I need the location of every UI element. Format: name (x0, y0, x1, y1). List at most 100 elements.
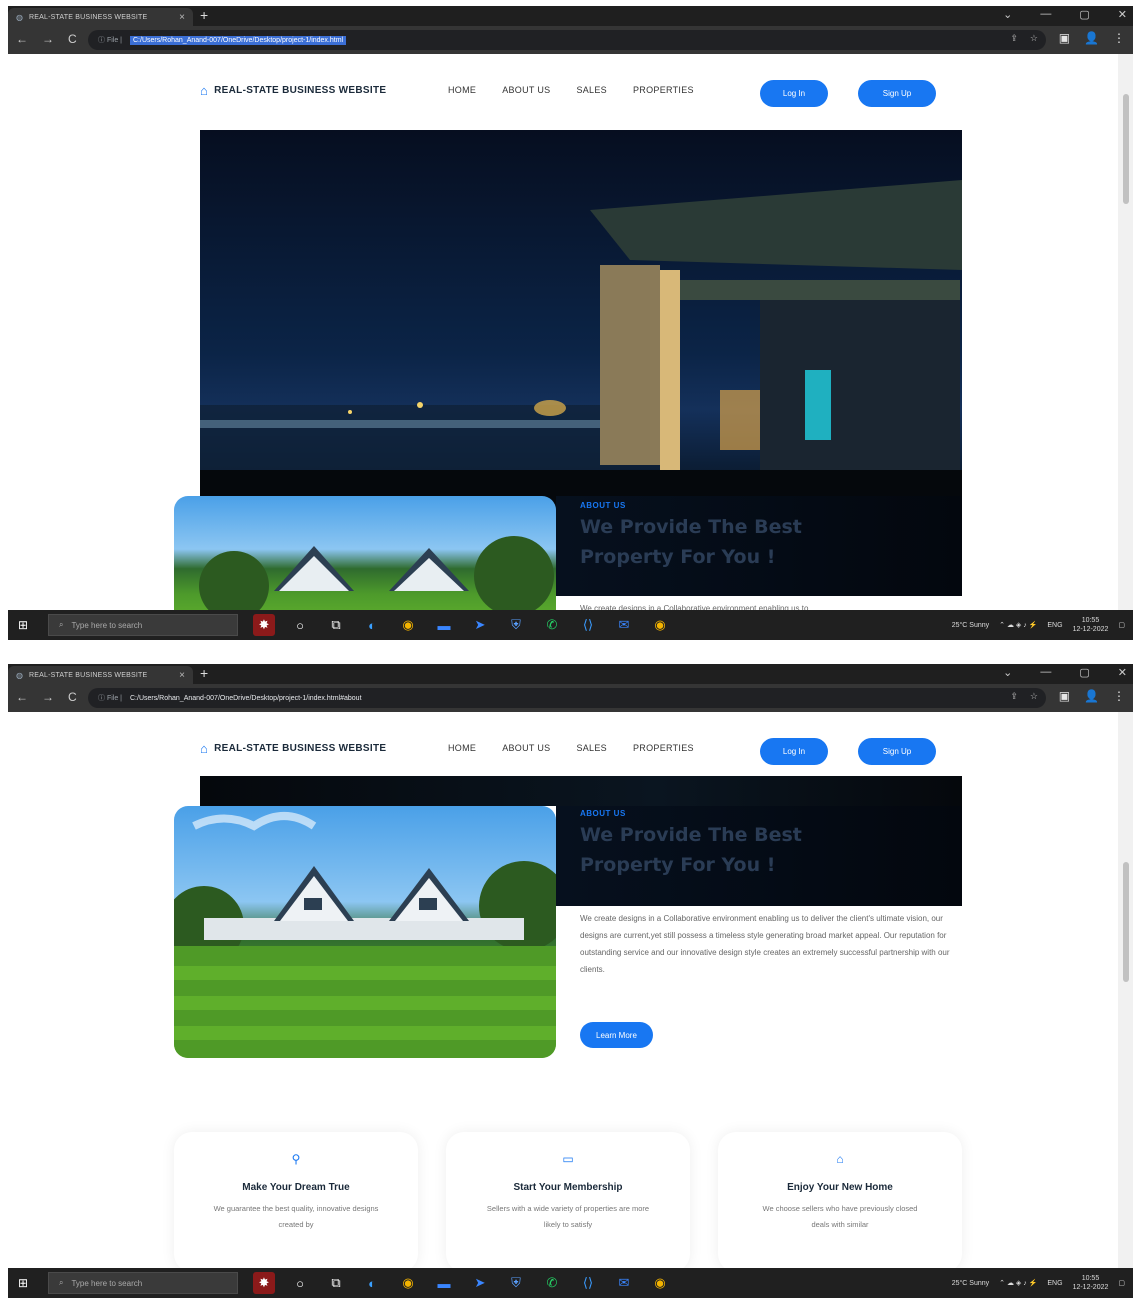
whatsapp-icon[interactable]: ✆ (541, 1272, 563, 1294)
feature-card[interactable]: ⌂ Enjoy Your New Home We choose sellers … (718, 1132, 962, 1268)
nav-about-us[interactable]: ABOUT US (502, 743, 550, 753)
edge-icon[interactable]: ◐ (361, 614, 383, 636)
app-icon[interactable]: ✸ (253, 614, 275, 636)
app-shield-icon[interactable]: ⛨ (505, 614, 527, 636)
browser-tab[interactable]: ◍ REAL-STATE BUSINESS WEBSITE × (8, 666, 193, 684)
nav-properties[interactable]: PROPERTIES (633, 85, 694, 95)
file-explorer-icon[interactable]: ▬ (433, 614, 455, 636)
close-window-icon[interactable]: ✕ (1118, 666, 1127, 679)
about-title: We Provide The Best Property For You ! (580, 820, 802, 880)
bookmark-star-icon[interactable]: ☆ (1030, 33, 1038, 44)
page-scrollbar[interactable] (1118, 54, 1133, 610)
mail-icon[interactable]: ✉ (613, 614, 635, 636)
cortana-icon[interactable]: ○ (289, 1272, 311, 1294)
url-bar[interactable]: ⓘ File | C:/Users/Rohan_Anand-007/OneDri… (88, 688, 1046, 708)
chrome-icon[interactable]: ◉ (397, 1272, 419, 1294)
back-icon[interactable]: ← (16, 690, 28, 704)
nav-sales[interactable]: SALES (576, 85, 607, 95)
tab-search-icon[interactable]: ⌄ (1003, 8, 1012, 21)
menu-kebab-icon[interactable]: ⋮ (1113, 689, 1125, 703)
notification-icon[interactable]: ▢ (1118, 621, 1125, 629)
close-tab-icon[interactable]: × (179, 12, 185, 23)
url-text[interactable]: C:/Users/Rohan_Anand-007/OneDrive/Deskto… (130, 35, 347, 45)
minimize-icon[interactable]: — (1040, 8, 1051, 21)
file-explorer-icon[interactable]: ▬ (433, 1272, 455, 1294)
chrome-active-icon[interactable]: ◉ (649, 614, 671, 636)
minimize-icon[interactable]: — (1040, 666, 1051, 679)
cortana-icon[interactable]: ○ (289, 614, 311, 636)
close-window-icon[interactable]: ✕ (1118, 8, 1127, 21)
url-text[interactable]: C:/Users/Rohan_Anand-007/OneDrive/Deskto… (130, 695, 362, 702)
task-view-icon[interactable]: ⧉ (325, 614, 347, 636)
tray-icons[interactable]: ⌃ ☁ ◈ ♪ ⚡ (999, 1279, 1037, 1287)
bookmark-star-icon[interactable]: ☆ (1030, 691, 1038, 702)
sidepanel-icon[interactable]: ▣ (1059, 31, 1070, 45)
new-tab-button[interactable]: + (200, 7, 208, 23)
nav-sales[interactable]: SALES (576, 743, 607, 753)
nav-home[interactable]: HOME (448, 743, 476, 753)
mail-icon[interactable]: ✉ (613, 1272, 635, 1294)
store-icon[interactable]: ➤ (469, 614, 491, 636)
site-info-icon[interactable]: ⓘ File | (98, 35, 122, 45)
login-button[interactable]: Log In (760, 80, 828, 107)
feature-card[interactable]: ▭ Start Your Membership Sellers with a w… (446, 1132, 690, 1268)
profile-icon[interactable]: 👤 (1084, 689, 1099, 703)
learn-more-button[interactable]: Learn More (580, 1022, 653, 1048)
weather-text[interactable]: 25°C Sunny (952, 622, 989, 629)
new-tab-button[interactable]: + (200, 665, 208, 681)
system-tray: 25°C Sunny ⌃ ☁ ◈ ♪ ⚡ ENG 10:55 12-12-202… (952, 1274, 1125, 1292)
site-info-icon[interactable]: ⓘ File | (98, 693, 122, 703)
site-logo[interactable]: ⌂ REAL-STATE BUSINESS WEBSITE (200, 741, 448, 756)
clock[interactable]: 10:55 12-12-2022 (1073, 616, 1109, 634)
forward-icon[interactable]: → (42, 32, 54, 46)
page-scrollbar[interactable] (1118, 712, 1133, 1268)
app-icon[interactable]: ✸ (253, 1272, 275, 1294)
share-icon[interactable]: ⇪ (1010, 691, 1018, 702)
sidepanel-icon[interactable]: ▣ (1059, 689, 1070, 703)
forward-icon[interactable]: → (42, 690, 54, 704)
menu-kebab-icon[interactable]: ⋮ (1113, 31, 1125, 45)
signup-button[interactable]: Sign Up (858, 80, 936, 107)
chrome-icon[interactable]: ◉ (397, 614, 419, 636)
taskbar-search[interactable]: ⌕ Type here to search (48, 614, 238, 636)
feature-card[interactable]: ⚲ Make Your Dream True We guarantee the … (174, 1132, 418, 1268)
close-tab-icon[interactable]: × (179, 670, 185, 681)
vscode-icon[interactable]: ⟨⟩ (577, 614, 599, 636)
tab-search-icon[interactable]: ⌄ (1003, 666, 1012, 679)
chrome-active-icon[interactable]: ◉ (649, 1272, 671, 1294)
scrollbar-thumb[interactable] (1123, 862, 1129, 982)
edge-icon[interactable]: ◐ (361, 1272, 383, 1294)
browser-tab[interactable]: ◍ REAL-STATE BUSINESS WEBSITE × (8, 8, 193, 26)
language-indicator[interactable]: ENG (1047, 1280, 1062, 1287)
windows-start-icon[interactable]: ⊞ (18, 1276, 28, 1290)
reload-icon[interactable]: C (68, 32, 77, 46)
back-icon[interactable]: ← (16, 32, 28, 46)
login-button[interactable]: Log In (760, 738, 828, 765)
tray-icons[interactable]: ⌃ ☁ ◈ ♪ ⚡ (999, 621, 1037, 629)
taskbar-search[interactable]: ⌕ Type here to search (48, 1272, 238, 1294)
reload-icon[interactable]: C (68, 690, 77, 704)
share-icon[interactable]: ⇪ (1010, 33, 1018, 44)
nav-about-us[interactable]: ABOUT US (502, 85, 550, 95)
signup-button[interactable]: Sign Up (858, 738, 936, 765)
task-view-icon[interactable]: ⧉ (325, 1272, 347, 1294)
vscode-icon[interactable]: ⟨⟩ (577, 1272, 599, 1294)
store-icon[interactable]: ➤ (469, 1272, 491, 1294)
app-shield-icon[interactable]: ⛨ (505, 1272, 527, 1294)
site-logo[interactable]: ⌂ REAL-STATE BUSINESS WEBSITE (200, 83, 448, 98)
weather-text[interactable]: 25°C Sunny (952, 1280, 989, 1287)
tab-strip: ◍ REAL-STATE BUSINESS WEBSITE × + ⌄ — ▢ … (8, 664, 1133, 684)
nav-properties[interactable]: PROPERTIES (633, 743, 694, 753)
language-indicator[interactable]: ENG (1047, 622, 1062, 629)
url-bar[interactable]: ⓘ File | C:/Users/Rohan_Anand-007/OneDri… (88, 30, 1046, 50)
maximize-icon[interactable]: ▢ (1079, 666, 1089, 679)
profile-icon[interactable]: 👤 (1084, 31, 1099, 45)
windows-start-icon[interactable]: ⊞ (18, 618, 28, 632)
scrollbar-thumb[interactable] (1123, 94, 1129, 204)
about-title-line1: We Provide The Best (580, 824, 802, 846)
maximize-icon[interactable]: ▢ (1079, 8, 1089, 21)
notification-icon[interactable]: ▢ (1118, 1279, 1125, 1287)
whatsapp-icon[interactable]: ✆ (541, 614, 563, 636)
clock[interactable]: 10:55 12-12-2022 (1073, 1274, 1109, 1292)
nav-home[interactable]: HOME (448, 85, 476, 95)
